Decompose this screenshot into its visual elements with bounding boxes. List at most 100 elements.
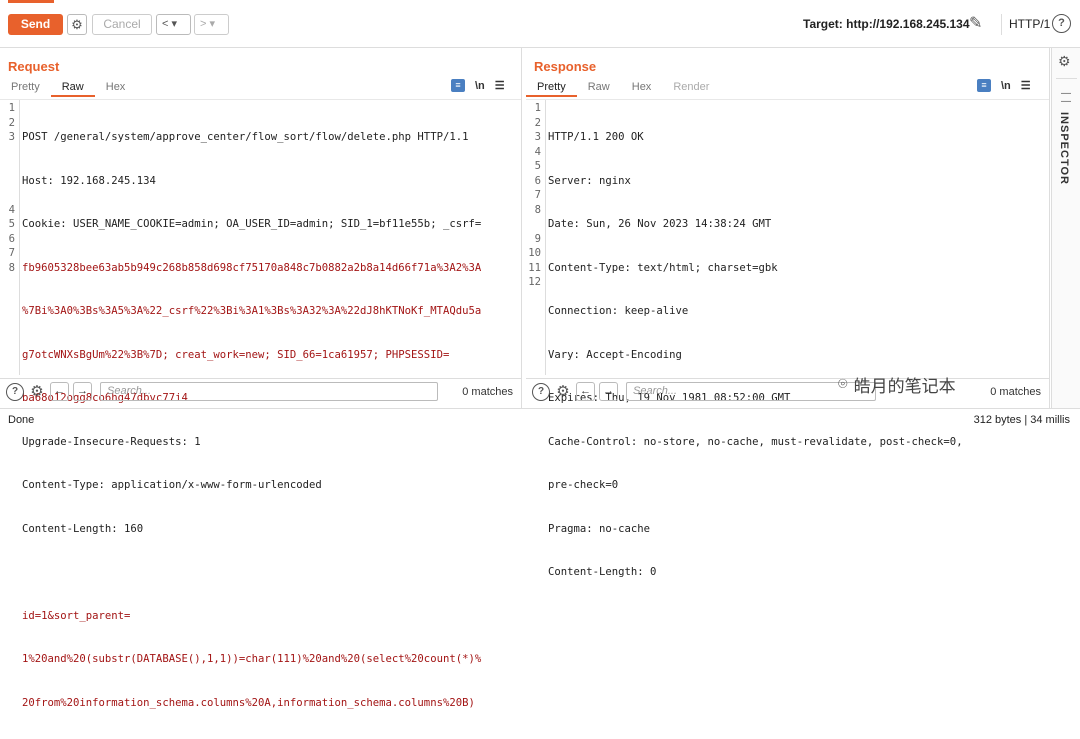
- request-tab-pretty[interactable]: Pretty: [0, 80, 51, 97]
- code-line: g7otcWNXsBgUm%22%3B%7D; creat_work=new; …: [22, 348, 450, 361]
- code-line: Date: Sun, 26 Nov 2023 14:38:24 GMT: [548, 218, 772, 230]
- line-number: 4: [534, 145, 541, 158]
- line-number: 10: [528, 247, 541, 259]
- code-line: Vary: Accept-Encoding: [548, 348, 682, 361]
- code-line: Server: nginx: [548, 174, 631, 187]
- response-tabs: Pretty Raw Hex Render: [526, 80, 720, 97]
- code-line: Content-Type: application/x-www-form-url…: [22, 479, 322, 491]
- line-number: 6: [534, 174, 541, 187]
- watermark: ⌾ 皓月的笔记本: [838, 372, 956, 397]
- line-number: [526, 217, 541, 232]
- code-line: Pragma: no-cache: [548, 522, 651, 535]
- watermark-text: 皓月的笔记本: [853, 377, 956, 396]
- word-wrap-icon[interactable]: ≡: [977, 79, 991, 92]
- response-match-count: 0 matches: [990, 385, 1041, 398]
- line-number: 9: [534, 232, 541, 245]
- request-line-gutter: 1 2 3 4 5 6 7 8: [0, 100, 20, 375]
- search-next-arrow-icon[interactable]: →: [73, 382, 92, 401]
- line-number: 8: [8, 261, 15, 274]
- code-line: Host: 192.168.245.134: [22, 174, 156, 187]
- code-line: fb9605328bee63ab5b949c268b858d698cf75170…: [22, 261, 482, 274]
- request-tab-raw[interactable]: Raw: [50, 80, 95, 97]
- line-number: 3: [534, 131, 541, 143]
- top-toolbar: Send ⚙ Cancel < ▾ > ▾ Target: http://192…: [0, 0, 1080, 48]
- request-search-input[interactable]: Search...: [100, 382, 438, 401]
- line-number: 7: [8, 247, 15, 259]
- http-version-toggle[interactable]: HTTP/1: [1001, 14, 1050, 35]
- history-forward-button[interactable]: > ▾: [194, 14, 229, 35]
- line-number: 2: [534, 116, 541, 129]
- response-search-bar: ? ⚙ ← → Search... 0 matches: [526, 378, 1049, 404]
- line-number: 5: [8, 218, 15, 230]
- word-wrap-icon[interactable]: ≡: [451, 79, 465, 92]
- send-button[interactable]: Send: [8, 14, 63, 35]
- line-number: 6: [8, 232, 15, 245]
- history-back-button[interactable]: < ▾: [156, 14, 191, 35]
- line-number: 2: [8, 116, 15, 129]
- request-title: Request: [8, 59, 60, 74]
- code-line: Connection: keep-alive: [548, 305, 689, 317]
- inspector-menu-icon[interactable]: — —: [1061, 89, 1071, 107]
- code-line: Cache-Control: no-store, no-cache, must-…: [548, 435, 963, 448]
- cancel-button[interactable]: Cancel: [92, 14, 152, 35]
- response-pane: Response Pretty Raw Hex Render ≡ \n ☰ 1 …: [526, 48, 1050, 578]
- response-tab-hex[interactable]: Hex: [621, 80, 663, 97]
- response-tab-pretty[interactable]: Pretty: [526, 80, 577, 97]
- code-line: POST /general/system/approve_center/flow…: [22, 131, 469, 143]
- code-line: pre-check=0: [548, 479, 619, 491]
- request-tabs: Pretty Raw Hex: [0, 80, 136, 97]
- line-number: 1: [534, 102, 541, 114]
- response-tab-render[interactable]: Render: [662, 80, 720, 97]
- inspector-divider: [1056, 78, 1077, 79]
- line-number: [0, 188, 15, 203]
- editor-menu-icon[interactable]: ☰: [1021, 79, 1031, 92]
- line-number: 11: [528, 261, 541, 274]
- line-number: 4: [8, 203, 15, 216]
- search-settings-gear-icon[interactable]: ⚙: [554, 383, 572, 401]
- request-editor-tools: ≡ \n ☰: [451, 79, 505, 92]
- search-help-icon[interactable]: ?: [6, 382, 24, 401]
- settings-gear-icon[interactable]: ⚙: [67, 14, 87, 35]
- search-settings-gear-icon[interactable]: ⚙: [28, 383, 46, 401]
- inspector-gear-icon[interactable]: ⚙: [1058, 53, 1071, 70]
- request-editor[interactable]: 1 2 3 4 5 6 7 8 POST /general/system/app…: [0, 99, 521, 709]
- code-line: Content-Length: 160: [22, 522, 144, 535]
- status-bar: Done 312 bytes | 34 millis: [0, 408, 1080, 432]
- inspector-label[interactable]: INSPECTOR: [1058, 112, 1070, 185]
- line-number: 1: [8, 102, 15, 114]
- search-prev-arrow-icon[interactable]: ←: [576, 382, 595, 401]
- response-line-gutter: 1 2 3 4 5 6 7 8 9 10 11 12: [526, 100, 546, 375]
- line-number: 7: [534, 189, 541, 201]
- response-title: Response: [534, 59, 597, 74]
- wechat-icon: ⌾: [838, 375, 848, 393]
- line-number: [0, 159, 15, 174]
- help-icon[interactable]: ?: [1052, 14, 1071, 33]
- response-editor[interactable]: 1 2 3 4 5 6 7 8 9 10 11 12 HTTP/1.1 200 …: [526, 99, 1049, 578]
- code-line: %7Bi%3A0%3Bs%3A5%3A%22_csrf%22%3Bi%3A1%3…: [22, 305, 482, 317]
- code-line: id=1&sort_parent=: [22, 609, 131, 622]
- newline-toggle-icon[interactable]: \n: [475, 80, 485, 92]
- status-text: Done: [8, 414, 35, 426]
- inspector-sidebar[interactable]: ⚙ — — INSPECTOR: [1051, 48, 1080, 408]
- response-tab-raw[interactable]: Raw: [577, 80, 621, 97]
- search-help-icon[interactable]: ?: [532, 382, 550, 401]
- response-size-timing: 312 bytes | 34 millis: [973, 414, 1070, 426]
- line-number: 8: [534, 203, 541, 216]
- line-number: 5: [534, 160, 541, 172]
- line-number: 3: [8, 131, 15, 143]
- search-next-arrow-icon[interactable]: →: [599, 382, 618, 401]
- request-match-count: 0 matches: [462, 385, 513, 398]
- code-line: Cookie: USER_NAME_COOKIE=admin; OA_USER_…: [22, 218, 482, 230]
- search-prev-arrow-icon[interactable]: ←: [50, 382, 69, 401]
- newline-toggle-icon[interactable]: \n: [1001, 80, 1011, 92]
- editor-menu-icon[interactable]: ☰: [495, 79, 505, 92]
- edit-target-pencil-icon[interactable]: ✎: [969, 13, 989, 35]
- request-search-bar: ? ⚙ ← → Search... 0 matches: [0, 378, 521, 404]
- code-line: Upgrade-Insecure-Requests: 1: [22, 435, 201, 448]
- request-tab-hex[interactable]: Hex: [95, 80, 137, 97]
- response-editor-tools: ≡ \n ☰: [977, 79, 1031, 92]
- line-number: [0, 174, 15, 189]
